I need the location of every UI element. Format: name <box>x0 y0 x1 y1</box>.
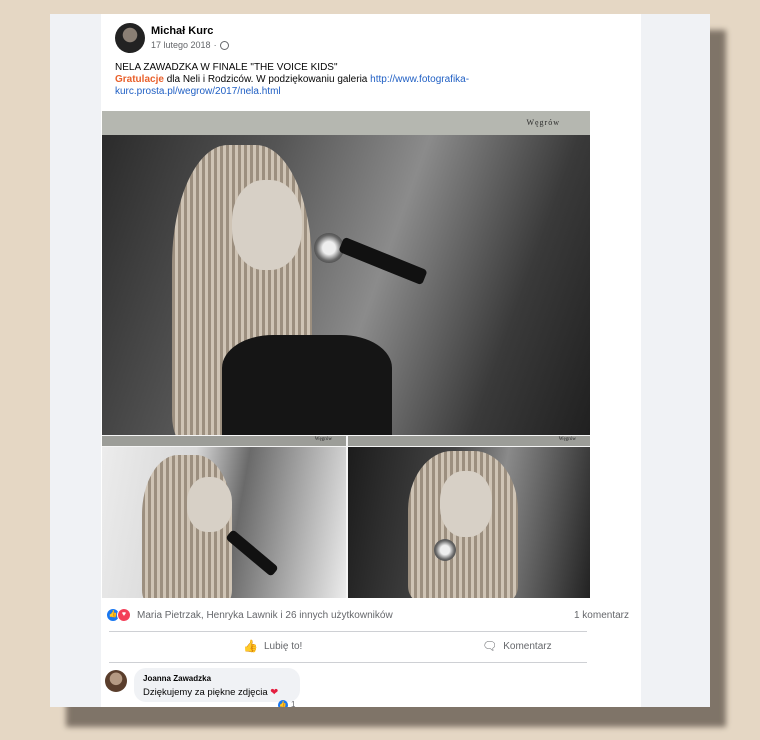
photo-banner: Węgrów <box>102 111 590 135</box>
microphone-icon <box>225 529 279 577</box>
jacket-shape <box>222 335 392 435</box>
watermark-small-right: Węgrów <box>558 437 576 442</box>
thumbs-up-icon: 👍 <box>243 639 258 653</box>
photo-small-left[interactable] <box>102 447 346 598</box>
comment-icon: 🗨 <box>482 639 498 653</box>
comment-label: Komentarz <box>503 640 552 652</box>
photo-gallery: Węgrów Węgrów Węgrów <box>102 111 590 598</box>
dot-separator: · <box>213 40 217 50</box>
commenter-avatar[interactable] <box>105 670 127 692</box>
heart-icon: ❤ <box>270 687 279 698</box>
divider <box>109 662 587 663</box>
author-avatar[interactable] <box>115 23 145 53</box>
face-shape <box>232 180 302 270</box>
post-author[interactable]: Michał Kurc <box>151 25 213 37</box>
small-banner-right: Węgrów <box>348 436 590 446</box>
post-title-line: NELA ZAWADZKA W FINALE "THE VOICE KIDS" <box>115 62 338 73</box>
comment-button[interactable]: 🗨 Komentarz <box>482 639 552 653</box>
comment-text: Dziękujemy za piękne zdjęcia ❤ <box>143 687 278 698</box>
highlight-word: Gratulacje <box>115 74 164 85</box>
post-meta: 17 lutego 2018 · <box>151 40 229 50</box>
comment-body: Dziękujemy za piękne zdjęcia <box>143 687 268 698</box>
watermark-small-left: Węgrów <box>314 437 332 442</box>
comment-like-count: 1 <box>291 700 296 707</box>
main-photo[interactable] <box>102 135 590 435</box>
like-label: Lubię to! <box>263 640 303 652</box>
face-shape <box>440 471 492 537</box>
post-body: Gratulacje dla Neli i Rodziców. W podzię… <box>115 74 625 98</box>
small-banner-left: Węgrów <box>102 436 346 446</box>
body-text: dla Neli i Rodziców. W podziękowaniu gal… <box>163 74 371 85</box>
comment-like-icon[interactable]: 👍 <box>278 700 288 707</box>
post-text: NELA ZAWADZKA W FINALE "THE VOICE KIDS" … <box>115 62 625 98</box>
comment-bubble: Joanna Zawadzka Dziękujemy za piękne zdj… <box>134 668 300 702</box>
facebook-post: Michał Kurc 17 lutego 2018 · NELA ZAWADZ… <box>101 14 641 707</box>
reactions-summary[interactable]: Maria Pietrzak, Henryka Lawnik i 26 inny… <box>137 610 393 621</box>
love-icon: ♥ <box>117 608 131 622</box>
microphone-icon <box>434 539 456 561</box>
screenshot-card: Michał Kurc 17 lutego 2018 · NELA ZAWADZ… <box>50 14 710 707</box>
comment-author[interactable]: Joanna Zawadzka <box>143 674 211 683</box>
comments-count[interactable]: 1 komentarz <box>574 610 629 621</box>
photo-small-right[interactable] <box>348 447 590 598</box>
post-date[interactable]: 17 lutego 2018 <box>151 40 211 50</box>
face-shape <box>187 477 232 532</box>
watermark-big: Węgrów <box>526 118 560 127</box>
microphone-handle <box>338 236 428 286</box>
reactions-row[interactable]: 👍 ♥ Maria Pietrzak, Henryka Lawnik i 26 … <box>106 608 393 622</box>
like-button[interactable]: 👍 Lubię to! <box>243 639 302 653</box>
globe-icon <box>219 40 229 50</box>
divider <box>109 631 587 632</box>
